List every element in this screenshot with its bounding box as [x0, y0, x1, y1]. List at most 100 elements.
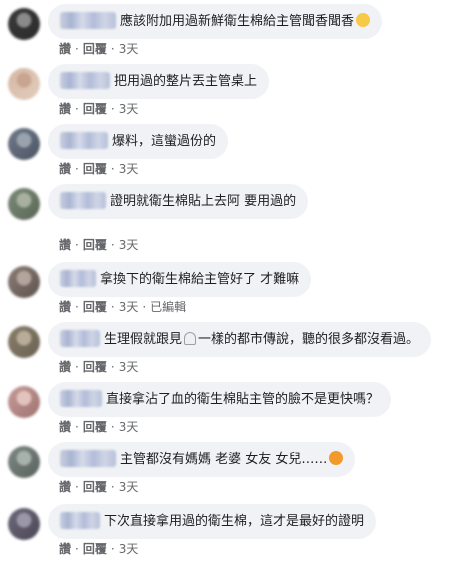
comment-text: 拿換下的衛生棉給主管好了 才難嘛: [100, 272, 300, 287]
avatar[interactable]: [8, 68, 40, 100]
comments-section: 應該附加用過新鮮衛生棉給主管聞香聞香 讚 · 回覆 · 3天 把用過的整片丟主管桌上 讚…: [0, 0, 472, 565]
commenter-name[interactable]: [60, 390, 102, 407]
like-link[interactable]: 讚: [59, 300, 71, 314]
reply-link[interactable]: 回覆: [83, 420, 107, 434]
reply-link[interactable]: 回覆: [83, 238, 107, 252]
comment-bubble: 爆料，這蠻過份的: [48, 124, 229, 159]
avatar[interactable]: [8, 508, 40, 540]
comment: 把用過的整片丟主管桌上 讚 · 回覆 · 3天: [0, 64, 472, 123]
like-link[interactable]: 讚: [59, 42, 71, 56]
separator: ·: [110, 360, 115, 374]
separator: ·: [110, 420, 115, 434]
comment: 證明就衛生棉貼上去阿 要用過的 讚 · 回覆 · 3天: [0, 184, 472, 252]
reply-link[interactable]: 回覆: [83, 360, 107, 374]
timestamp[interactable]: 3天: [119, 542, 139, 556]
comment-actions: 讚 · 回覆 · 3天: [59, 236, 138, 253]
commenter-name[interactable]: [60, 132, 108, 149]
like-link[interactable]: 讚: [59, 162, 71, 176]
timestamp[interactable]: 3天: [119, 300, 139, 314]
commenter-name[interactable]: [60, 12, 116, 29]
separator: ·: [75, 420, 79, 434]
separator: ·: [110, 542, 115, 556]
avatar[interactable]: [8, 446, 40, 478]
separator: ·: [75, 238, 79, 252]
timestamp[interactable]: 3天: [119, 102, 139, 116]
timestamp[interactable]: 3天: [119, 42, 139, 56]
commenter-name[interactable]: [60, 330, 100, 347]
commenter-name[interactable]: [60, 72, 110, 89]
comment-text-after: 一樣的都市傳說，聽的很多都沒看過。: [198, 332, 420, 347]
like-link[interactable]: 讚: [59, 420, 71, 434]
comment-actions: 讚 · 回覆 · 3天: [59, 40, 138, 57]
separator: ·: [110, 238, 115, 252]
reply-link[interactable]: 回覆: [83, 42, 107, 56]
comment-bubble: 把用過的整片丟主管桌上: [48, 64, 270, 99]
separator: ·: [75, 360, 79, 374]
timestamp[interactable]: 3天: [119, 162, 139, 176]
commenter-name[interactable]: [60, 512, 100, 529]
separator: ·: [110, 42, 115, 56]
comment: 直接拿沾了血的衛生棉貼主管的臉不是更快嗎？ 讚 · 回覆 · 3天: [0, 382, 472, 441]
comment-bubble: 應該附加用過新鮮衛生棉給主管聞香聞香: [48, 4, 383, 39]
separator: ·: [75, 102, 79, 116]
commenter-name[interactable]: [60, 270, 96, 287]
avatar[interactable]: [8, 266, 40, 298]
separator: ·: [75, 542, 79, 556]
avatar[interactable]: [8, 188, 40, 220]
comment-bubble: 拿換下的衛生棉給主管好了 才難嘛: [48, 262, 312, 297]
separator: ·: [110, 300, 115, 314]
separator: ·: [75, 300, 79, 314]
comment-actions: 讚 · 回覆 · 3天: [59, 100, 138, 117]
separator: ·: [110, 102, 115, 116]
comment: 拿換下的衛生棉給主管好了 才難嘛 讚 · 回覆 · 3天 · 已編輯: [0, 262, 472, 321]
separator: ·: [75, 162, 79, 176]
comment-bubble: 證明就衛生棉貼上去阿 要用過的: [48, 184, 309, 219]
avatar[interactable]: [8, 326, 40, 358]
reply-link[interactable]: 回覆: [83, 300, 107, 314]
comment: 爆料，這蠻過份的 讚 · 回覆 · 3天: [0, 124, 472, 183]
timestamp[interactable]: 3天: [119, 420, 139, 434]
timestamp[interactable]: 3天: [119, 480, 139, 494]
avatar[interactable]: [8, 386, 40, 418]
ghost-icon: [184, 332, 197, 345]
comment: 下次直接拿用過的衛生棉，這才是最好的證明 讚 · 回覆 · 3天: [0, 504, 472, 563]
comment-actions: 讚 · 回覆 · 3天 · 已編輯: [59, 298, 186, 315]
comment-text: 直接拿沾了血的衛生棉貼主管的臉不是更快嗎？: [106, 392, 380, 407]
comment-bubble: 主管都沒有媽媽 老婆 女友 女兒……: [48, 442, 356, 477]
timestamp[interactable]: 3天: [119, 360, 139, 374]
sad-face-icon: [329, 451, 344, 465]
comment-actions: 讚 · 回覆 · 3天: [59, 478, 138, 495]
comment-bubble: 直接拿沾了血的衛生棉貼主管的臉不是更快嗎？: [48, 382, 392, 417]
like-link[interactable]: 讚: [59, 542, 71, 556]
comment-actions: 讚 · 回覆 · 3天: [59, 540, 138, 557]
comment: 主管都沒有媽媽 老婆 女友 女兒…… 讚 · 回覆 · 3天: [0, 442, 472, 501]
like-link[interactable]: 讚: [59, 238, 71, 252]
commenter-name[interactable]: [60, 192, 106, 209]
comment-text: 把用過的整片丟主管桌上: [114, 74, 258, 89]
comment-text: 爆料，這蠻過份的: [112, 134, 217, 149]
comment-bubble: 生理假就跟見 一樣的都市傳說，聽的很多都沒看過。: [48, 322, 432, 357]
timestamp[interactable]: 3天: [119, 238, 139, 252]
laughing-face-icon: [356, 13, 371, 27]
like-link[interactable]: 讚: [59, 102, 71, 116]
comment-actions: 讚 · 回覆 · 3天: [59, 418, 138, 435]
comment: 應該附加用過新鮮衛生棉給主管聞香聞香 讚 · 回覆 · 3天: [0, 4, 472, 63]
reply-link[interactable]: 回覆: [83, 102, 107, 116]
reply-link[interactable]: 回覆: [83, 480, 107, 494]
like-link[interactable]: 讚: [59, 480, 71, 494]
like-link[interactable]: 讚: [59, 360, 71, 374]
edited-label[interactable]: 已編輯: [150, 300, 186, 314]
comment-text-before: 生理假就跟見: [104, 332, 183, 347]
comment-text: 應該附加用過新鮮衛生棉給主管聞香聞香: [120, 14, 355, 29]
avatar[interactable]: [8, 128, 40, 160]
separator: ·: [75, 480, 79, 494]
separator: ·: [142, 300, 147, 314]
reply-link[interactable]: 回覆: [83, 162, 107, 176]
reply-link[interactable]: 回覆: [83, 542, 107, 556]
avatar[interactable]: [8, 8, 40, 40]
comment-text: 下次直接拿用過的衛生棉，這才是最好的證明: [104, 514, 365, 529]
separator: ·: [110, 162, 115, 176]
separator: ·: [110, 480, 115, 494]
comment-text: 主管都沒有媽媽 老婆 女友 女兒……: [120, 452, 328, 467]
commenter-name[interactable]: [60, 450, 116, 467]
